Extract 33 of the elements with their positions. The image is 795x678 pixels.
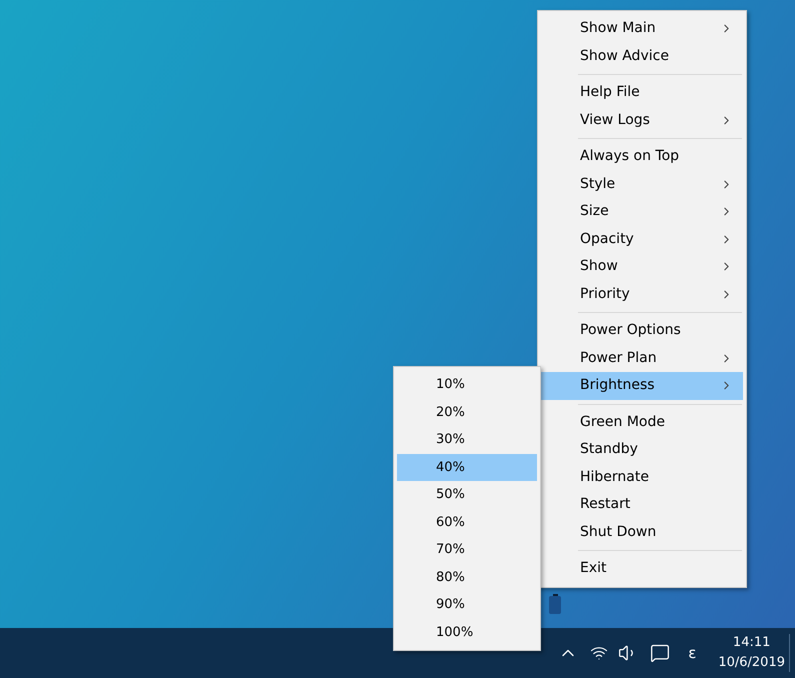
input-language-indicator[interactable]: ε [688, 642, 696, 664]
menu-item[interactable]: Show Main [541, 15, 743, 42]
menu-item[interactable]: 10% [397, 371, 537, 398]
menu-item[interactable]: Help File [541, 79, 743, 106]
menu-item[interactable]: 90% [397, 591, 537, 618]
menu-item[interactable]: 30% [397, 426, 537, 454]
menu-item[interactable]: 100% [397, 618, 537, 646]
menu-item[interactable]: Power Plan [541, 344, 743, 372]
menu-item[interactable]: 20% [397, 398, 537, 426]
menu-item[interactable]: Show Advice [541, 42, 743, 70]
menu-item[interactable]: Opacity [541, 226, 743, 253]
menu-item[interactable]: 50% [397, 481, 537, 508]
menu-item[interactable]: 60% [397, 508, 537, 536]
notifications-icon[interactable] [650, 643, 670, 663]
menu-item[interactable]: Hibernate [541, 464, 743, 491]
menu-item[interactable]: 80% [397, 564, 537, 591]
menu-item[interactable]: View Logs [541, 106, 743, 134]
menu-item[interactable]: Size [541, 198, 743, 226]
menu-item[interactable]: Restart [541, 491, 743, 518]
menu-item[interactable]: Priority [541, 280, 743, 308]
menu-item[interactable]: Show [541, 253, 743, 280]
menu-item[interactable]: Brightness [541, 372, 743, 400]
battery-icon [549, 594, 561, 614]
menu-item[interactable]: 40% [397, 454, 537, 481]
menu-item[interactable]: Always on Top [541, 143, 743, 170]
menu-item[interactable]: 70% [397, 536, 537, 564]
menu-item[interactable]: Exit [541, 555, 743, 582]
menu-item[interactable]: Style [541, 170, 743, 198]
menu-item[interactable]: Power Options [541, 317, 743, 344]
clock[interactable]: 14:11 10/6/2019 [718, 633, 785, 673]
menu-item[interactable]: Shut Down [541, 518, 743, 546]
menu-item[interactable]: Green Mode [541, 408, 743, 436]
menu-item[interactable]: Standby [541, 436, 743, 464]
